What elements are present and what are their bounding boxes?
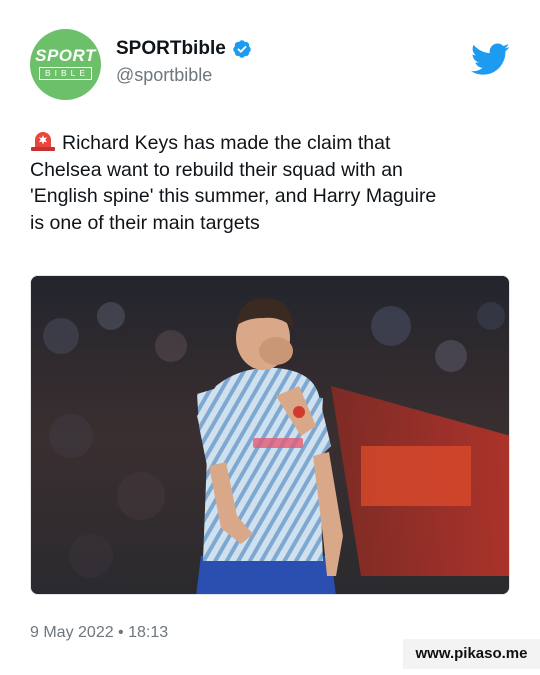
account-names: SPORTbible @sportbible	[116, 38, 252, 86]
tweet-text: Richard Keys has made the claim that Che…	[30, 130, 520, 236]
tweet-line-3: 'English spine' this summer, and Harry M…	[30, 185, 437, 207]
watermark: www.pikaso.me	[403, 639, 540, 669]
avatar[interactable]: SPORT BIBLE	[30, 29, 101, 100]
display-name[interactable]: SPORTbible	[116, 38, 226, 60]
photo-player-icon	[31, 276, 509, 594]
twitter-bird-icon[interactable]	[471, 43, 510, 76]
tweet-line-4: is one of their main targets	[30, 211, 260, 234]
tweet-media-image[interactable]	[30, 275, 510, 595]
avatar-logo-bottom: BIBLE	[39, 67, 92, 80]
tweet-line-1-text: Richard Keys has made the claim that	[62, 132, 391, 154]
account-handle[interactable]: @sportbible	[116, 65, 252, 86]
tweet-line-2: Chelsea want to rebuild their squad with…	[30, 158, 403, 181]
display-name-row: SPORTbible	[116, 38, 252, 60]
tweet-timestamp[interactable]: 9 May 2022 • 18:13	[30, 624, 168, 642]
avatar-logo-top: SPORT	[35, 46, 96, 65]
verified-badge-icon	[232, 39, 252, 59]
tweet-line-1: Richard Keys has made the claim that	[30, 130, 520, 157]
tweet-header: SPORT BIBLE SPORTbible @sportbible	[30, 29, 510, 101]
rotating-light-icon	[30, 130, 56, 152]
